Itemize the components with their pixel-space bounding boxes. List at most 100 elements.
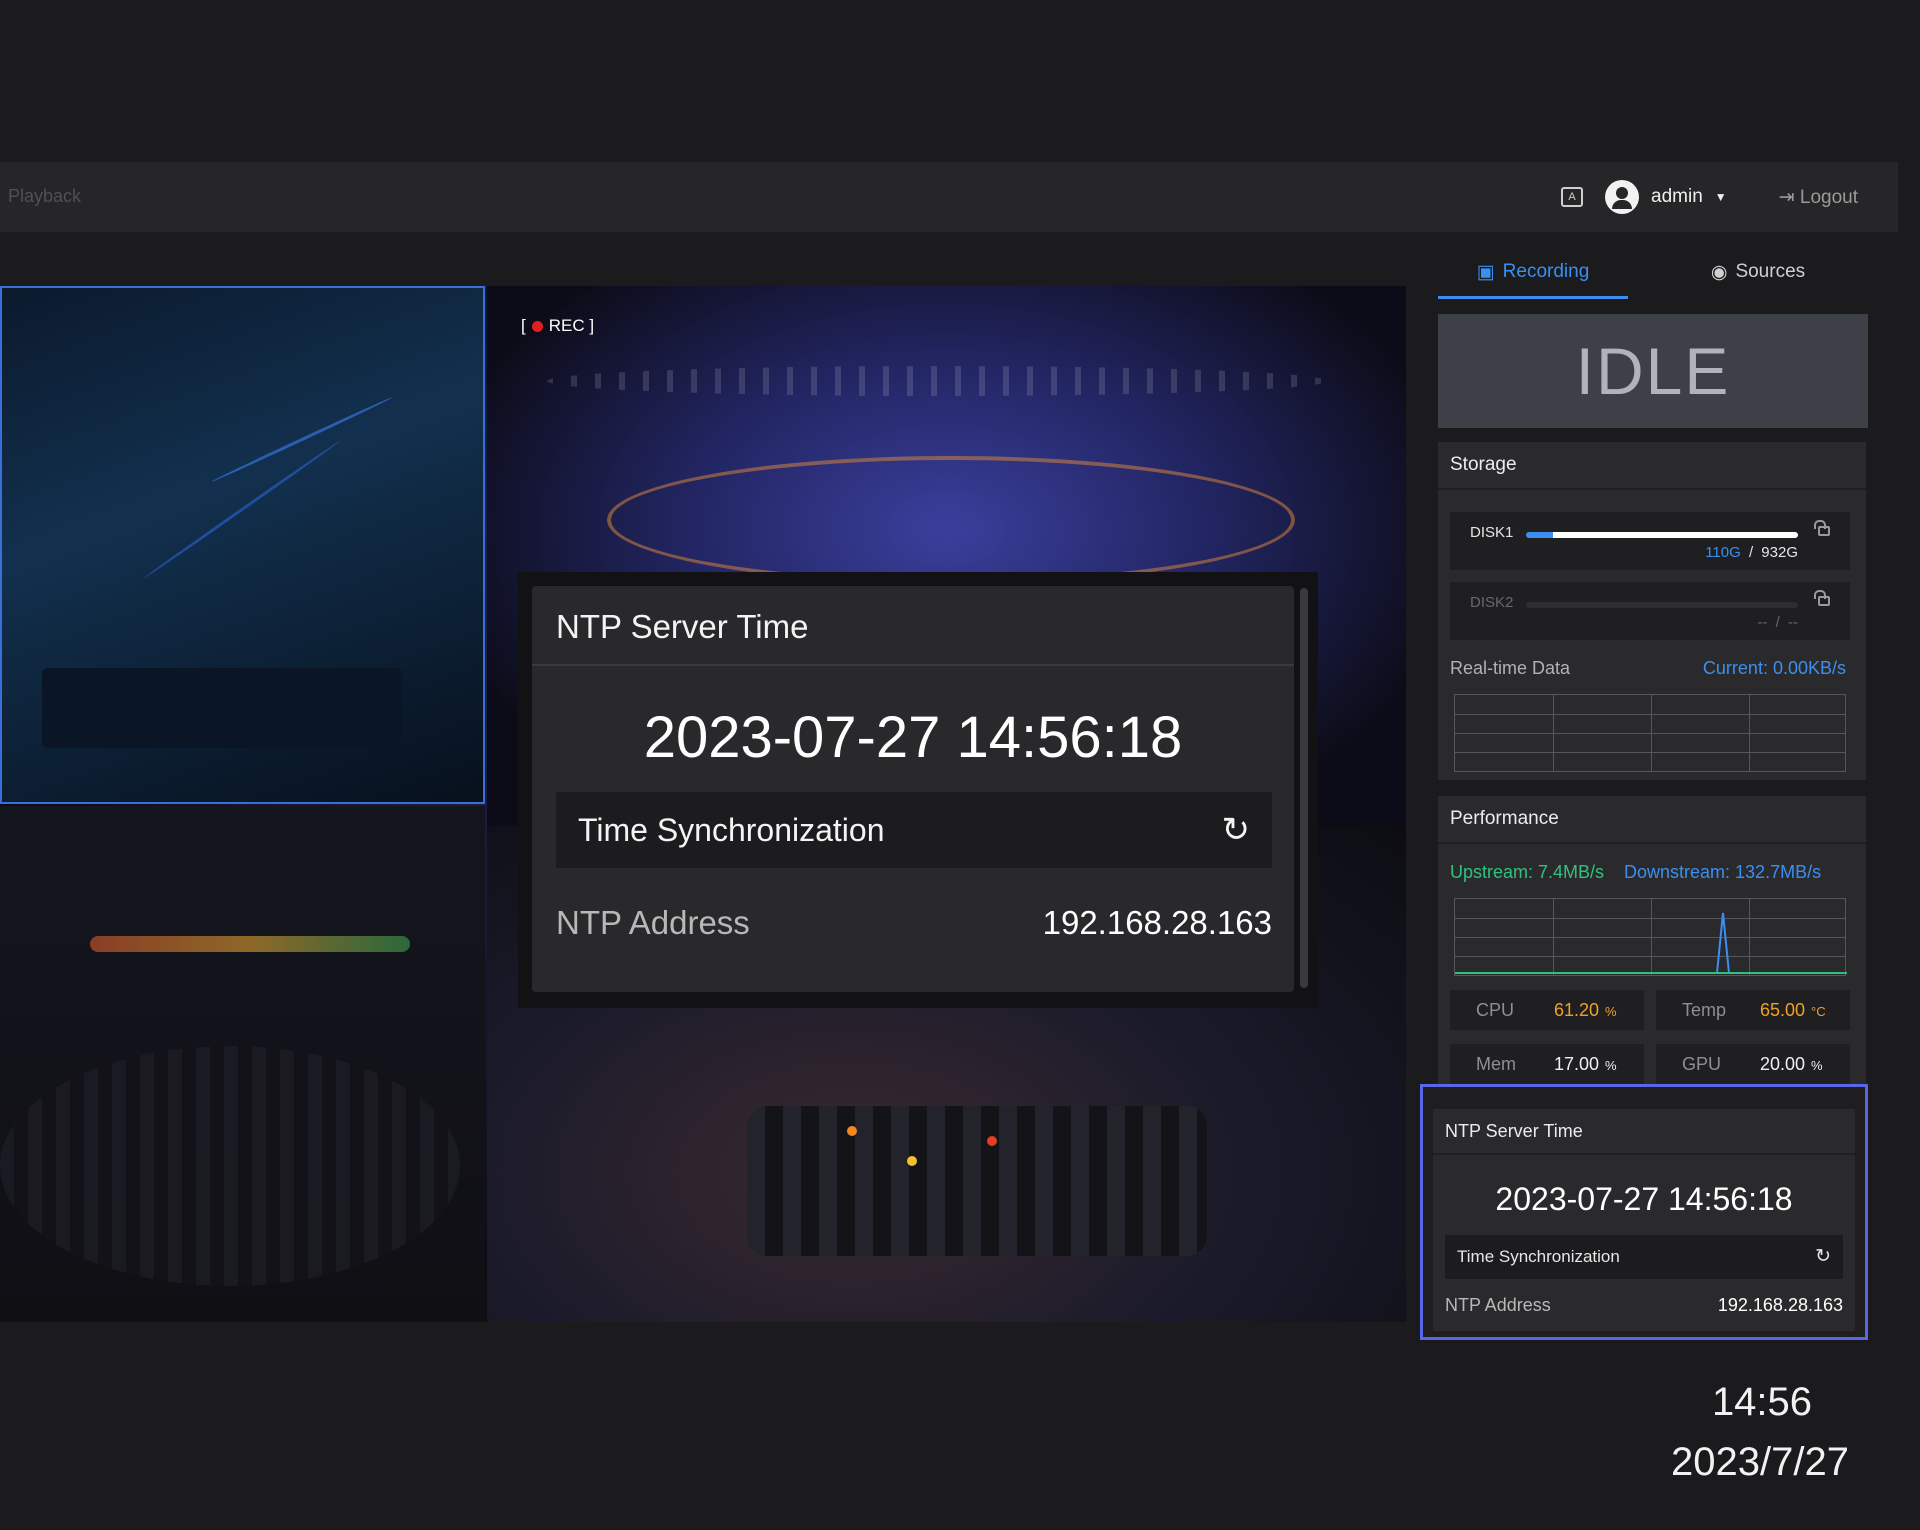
realtime-label: Real-time Data (1450, 658, 1571, 678)
realtime-graph (1454, 694, 1846, 772)
mixer-console (747, 1106, 1207, 1256)
storage-title: Storage (1450, 454, 1517, 475)
disk2-used: -- (1757, 614, 1768, 631)
time-sync-label: Time Synchronization (1457, 1247, 1620, 1266)
downstream-rate: Downstream: 132.7MB/s (1624, 862, 1822, 882)
disk2-name: DISK2 (1470, 594, 1514, 611)
throughput-line (1455, 912, 1847, 974)
lock-icon[interactable] (1814, 590, 1830, 606)
user-menu[interactable]: admin ▼ (1605, 180, 1727, 214)
disk2-total: -- (1788, 614, 1798, 631)
stage-lights (607, 456, 1295, 584)
sync-icon: ↻ (1815, 1246, 1831, 1267)
ntp-address-label: NTP Address (1445, 1295, 1551, 1315)
chevron-down-icon: ▼ (1714, 190, 1727, 204)
status-idle: IDLE (1438, 314, 1868, 428)
tab-sources-label: Sources (1735, 261, 1806, 282)
topbar-right: A admin ▼ ⇥ Logout (1561, 162, 1858, 232)
rec-bracket: [ (521, 316, 526, 335)
light-beam (142, 439, 342, 580)
clock-date: 2023/7/27 (1671, 1440, 1849, 1484)
performance-panel: Performance Upstream: 7.4MB/s Downstream… (1438, 796, 1866, 1086)
disk1-row: DISK1 110G / 932G (1450, 512, 1850, 570)
stat-temp-label: Temp (1682, 1000, 1727, 1020)
keyboard-icon[interactable]: A (1561, 187, 1584, 207)
recording-icon: ▣ (1476, 261, 1495, 283)
ntp-address-value: 192.168.28.163 (1042, 904, 1272, 941)
stat-mem-value: 17.00% (1554, 1054, 1617, 1074)
video-cell-3[interactable] (0, 806, 485, 1322)
disk1-sep: / (1748, 544, 1754, 561)
disk1-usage-fill (1526, 532, 1798, 538)
light-truss (547, 366, 1327, 396)
time-sync-label: Time Synchronization (578, 812, 885, 848)
video-cell-1[interactable] (0, 286, 485, 804)
ntp-panel-time: 2023-07-27 14:56:18 (1495, 1181, 1793, 1217)
stat-cpu-label: CPU (1476, 1000, 1515, 1020)
sources-icon: ◉ (1710, 261, 1728, 283)
stat-gpu-label: GPU (1682, 1054, 1722, 1074)
stat-gpu-value: 20.00% (1760, 1054, 1823, 1074)
disk1-total: 932G (1761, 544, 1798, 561)
storage-panel: Storage DISK1 110G / 932G DISK2 -- / -- … (1438, 442, 1866, 780)
performance-title: Performance (1450, 808, 1559, 829)
stat-temp: Temp 65.00 °C (1656, 990, 1850, 1030)
mixer-led (987, 1136, 997, 1146)
tab-recording[interactable]: ▣ Recording (1438, 248, 1628, 299)
stat-gpu: GPU 20.00% (1656, 1044, 1850, 1084)
stat-cpu: CPU 61.20% (1450, 990, 1644, 1030)
throughput-graph (1454, 898, 1847, 976)
stat-mem-label: Mem (1476, 1054, 1516, 1074)
user-avatar-icon (1605, 180, 1640, 214)
ntp-address-value: 192.168.28.163 (1717, 1295, 1843, 1315)
disk2-row: DISK2 -- / -- (1450, 582, 1850, 640)
nav-playback[interactable]: Playback (8, 186, 81, 207)
divider (1433, 1153, 1855, 1155)
tab-recording-label: Recording (1502, 261, 1590, 282)
sync-icon: ↻ (1221, 811, 1251, 849)
upstream-rate: Upstream: 7.4MB/s (1450, 862, 1605, 882)
divider (532, 664, 1294, 666)
stat-cpu-value: 61.20% (1554, 1000, 1617, 1020)
ntp-popup-title: NTP Server Time (556, 608, 809, 645)
mixer-led (907, 1156, 917, 1166)
sidebar-tabs: ▣ Recording ◉ Sources (1438, 248, 1868, 299)
disk1-usage-bar (1526, 532, 1798, 538)
time-sync-button[interactable]: Time Synchronization ↻ (556, 792, 1272, 868)
ntp-panel-highlight: NTP Server Time 2023-07-27 14:56:18 Time… (1420, 1084, 1868, 1340)
mixer-console (0, 1046, 460, 1286)
ntp-panel: NTP Server Time 2023-07-27 14:56:18 Time… (1433, 1109, 1855, 1331)
realtime-current: Current: 0.00KB/s (1702, 658, 1846, 678)
disk1-name: DISK1 (1470, 524, 1514, 541)
light-beam (210, 395, 394, 484)
rec-text: REC ] (548, 316, 595, 335)
ntp-popup-card: NTP Server Time 2023-07-27 14:56:18 Time… (532, 586, 1294, 992)
logout-button[interactable]: ⇥ Logout (1779, 186, 1858, 209)
tab-sources[interactable]: ◉ Sources (1668, 248, 1848, 296)
clock-time: 14:56 (1711, 1380, 1813, 1424)
stat-temp-value: 65.00 °C (1760, 1000, 1826, 1020)
logout-icon: ⇥ (1778, 186, 1795, 208)
user-name: admin (1651, 186, 1703, 207)
logout-label: Logout (1799, 186, 1858, 208)
divider (1438, 488, 1866, 490)
disk1-capacity: 110G / 932G (1705, 544, 1798, 561)
ntp-popup: NTP Server Time 2023-07-27 14:56:18 Time… (518, 572, 1318, 1008)
disk2-capacity: -- / -- (1757, 614, 1798, 631)
ntp-popup-time: 2023-07-27 14:56:18 (643, 705, 1183, 770)
mixer-leds (90, 936, 410, 952)
ntp-address-label: NTP Address (556, 904, 750, 941)
ntp-panel-title: NTP Server Time (1445, 1121, 1583, 1141)
disk1-used: 110G (1705, 544, 1741, 561)
stat-mem: Mem 17.00% (1450, 1044, 1644, 1084)
disk2-usage-bar (1526, 602, 1798, 608)
popup-scrollbar[interactable] (1300, 588, 1308, 988)
rec-dot-icon (531, 320, 543, 332)
top-bar: Playback A admin ▼ ⇥ Logout (0, 162, 1898, 232)
divider (1438, 842, 1866, 844)
disk2-sep: / (1775, 614, 1780, 631)
stage-floor (42, 668, 402, 748)
lock-icon[interactable] (1814, 520, 1830, 536)
time-sync-button[interactable]: Time Synchronization ↻ (1445, 1235, 1843, 1279)
rec-indicator: [ REC ] (521, 316, 594, 336)
